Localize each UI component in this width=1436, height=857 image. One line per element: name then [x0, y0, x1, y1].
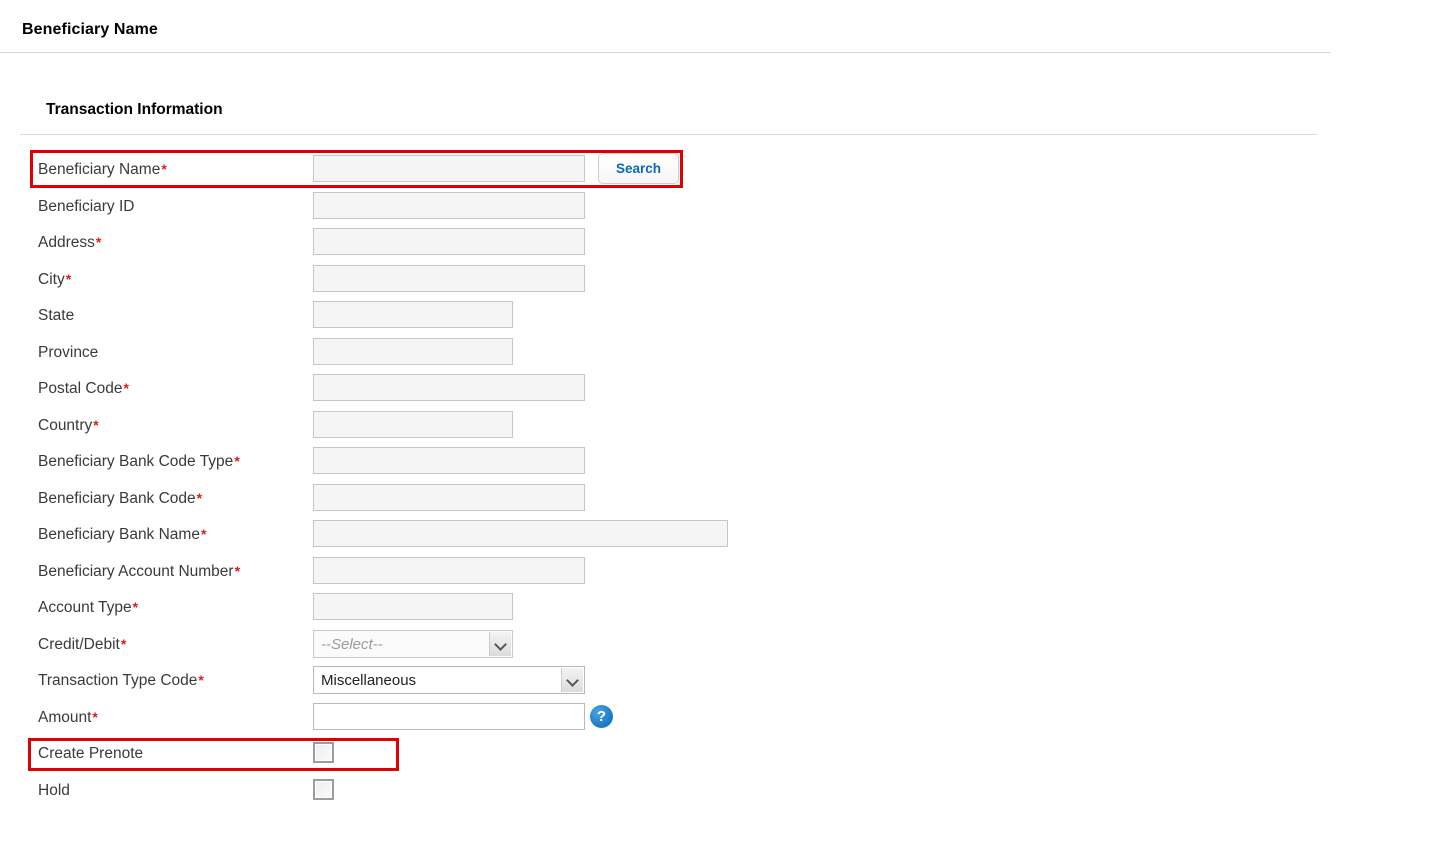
field-label: City*	[38, 270, 71, 289]
input-country[interactable]	[313, 410, 513, 438]
input-state[interactable]	[313, 301, 513, 328]
transaction-information-form: Beneficiary Name* Search Beneficiary ID Add…	[0, 152, 1436, 809]
select-value: --Select--	[321, 635, 383, 653]
field-label-text: Credit/Debit	[38, 635, 120, 653]
required-asterisk: *	[92, 708, 98, 725]
field-label-text: Province	[38, 343, 99, 361]
input-address[interactable]	[313, 228, 585, 255]
field-label-text: Beneficiary Name	[38, 161, 161, 178]
select-credit-debit[interactable]: --Select--	[313, 629, 513, 658]
form-row: State	[0, 298, 1436, 335]
form-row: Address*	[0, 225, 1436, 262]
field-label-text: Address	[38, 234, 95, 251]
field-label: Postal Code*	[38, 379, 129, 398]
form-row: Postal Code*	[0, 371, 1436, 408]
required-asterisk: *	[132, 599, 139, 615]
required-asterisk: *	[161, 161, 167, 177]
field-label-text: Amount	[38, 708, 92, 726]
field-label-text: Country	[38, 416, 93, 434]
required-asterisk: *	[93, 416, 99, 433]
select-value: Miscellaneous	[321, 672, 417, 689]
field-label-text: Hold	[38, 781, 70, 799]
input-amount[interactable]	[313, 702, 585, 730]
field-label-text: Beneficiary Bank Code	[38, 489, 196, 507]
help-icon[interactable]: ?	[590, 704, 613, 728]
form-row: Province	[0, 335, 1436, 372]
input-account-type[interactable]	[313, 593, 513, 620]
chevron-down-icon[interactable]	[489, 631, 511, 656]
form-row: Country*	[0, 408, 1436, 445]
section-divider	[20, 134, 1317, 135]
page-root: Beneficiary Name Transaction Information…	[0, 0, 1436, 857]
field-label-text: Postal Code	[38, 380, 123, 397]
field-label: Beneficiary ID	[38, 197, 134, 216]
required-asterisk: *	[234, 562, 241, 579]
field-label: Hold	[38, 781, 70, 800]
input-city[interactable]	[313, 264, 585, 292]
field-label: Beneficiary Name*	[38, 160, 167, 179]
field-label: Transaction Type Code*	[38, 671, 204, 690]
input-beneficiary-bank-code-type[interactable]	[313, 447, 585, 474]
field-label: State	[38, 306, 74, 325]
form-row: Transaction Type Code* Miscellaneous	[0, 663, 1436, 700]
chevron-down-icon[interactable]	[561, 668, 583, 692]
form-row: Beneficiary Account Number*	[0, 554, 1436, 591]
field-label-text: Beneficiary ID	[38, 197, 135, 215]
form-row: Account Type*	[0, 590, 1436, 627]
field-label-text: Account Type	[38, 599, 132, 616]
form-row: Beneficiary Bank Code Type*	[0, 444, 1436, 481]
field-label: Create Prenote	[38, 744, 143, 763]
field-label-text: City	[38, 270, 65, 288]
field-label-text: Create Prenote	[38, 745, 144, 762]
form-row: Beneficiary Name* Search	[0, 152, 1436, 189]
required-asterisk: *	[198, 672, 204, 688]
input-beneficiary-bank-code[interactable]	[313, 483, 585, 511]
input-beneficiary-name[interactable]	[313, 155, 585, 182]
field-label: Province	[38, 343, 98, 362]
required-asterisk: *	[196, 489, 203, 506]
checkbox-hold[interactable]	[313, 778, 334, 800]
input-beneficiary-account-number[interactable]	[313, 556, 585, 584]
required-asterisk: *	[234, 453, 240, 469]
required-asterisk: *	[65, 270, 72, 287]
input-beneficiary-id[interactable]	[313, 191, 585, 219]
field-label: Beneficiary Bank Code Type*	[38, 452, 240, 471]
field-label: Credit/Debit*	[38, 635, 126, 654]
form-row: Credit/Debit* --Select--	[0, 627, 1436, 664]
field-label: Address*	[38, 233, 101, 252]
field-label: Country*	[38, 416, 99, 435]
field-label: Account Type*	[38, 598, 138, 617]
required-asterisk: *	[200, 526, 207, 542]
field-label-text: Beneficiary Bank Code Type	[38, 453, 234, 470]
form-row: Create Prenote	[0, 736, 1436, 773]
field-label-text: State	[38, 307, 75, 324]
search-button[interactable]: Search	[598, 153, 679, 184]
field-label-text: Transaction Type Code	[38, 672, 198, 689]
form-row: Amount*?	[0, 700, 1436, 737]
required-asterisk: *	[95, 234, 102, 250]
field-label: Amount*	[38, 708, 98, 727]
required-asterisk: *	[120, 635, 127, 652]
field-label-text: Beneficiary Bank Name	[38, 526, 200, 543]
field-label-text: Beneficiary Account Number	[38, 562, 234, 580]
page-title: Beneficiary Name	[22, 21, 158, 38]
form-row: Hold	[0, 773, 1436, 810]
field-label: Beneficiary Bank Code*	[38, 489, 202, 508]
checkbox-create-prenote[interactable]	[313, 742, 334, 763]
form-row: Beneficiary ID	[0, 189, 1436, 226]
field-label: Beneficiary Bank Name*	[38, 525, 206, 544]
field-label: Beneficiary Account Number*	[38, 562, 240, 581]
form-row: Beneficiary Bank Name*	[0, 517, 1436, 554]
required-asterisk: *	[123, 380, 129, 396]
input-postal-code[interactable]	[313, 374, 585, 401]
form-row: City*	[0, 262, 1436, 299]
select-transaction-type-code[interactable]: Miscellaneous	[313, 666, 585, 694]
header-divider	[0, 52, 1331, 53]
input-province[interactable]	[313, 337, 513, 365]
form-row: Beneficiary Bank Code*	[0, 481, 1436, 518]
section-title: Transaction Information	[46, 101, 223, 118]
input-beneficiary-bank-name[interactable]	[313, 520, 728, 547]
